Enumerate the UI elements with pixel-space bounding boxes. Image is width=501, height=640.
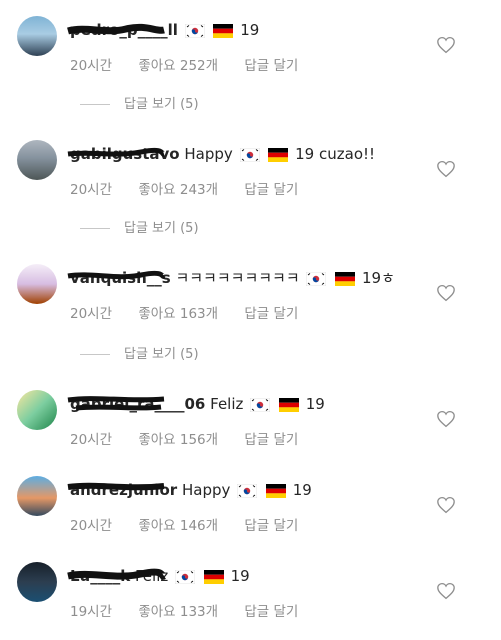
comment-meta: 20시간 좋아요 243개 답글 달기 <box>70 178 320 198</box>
avatar[interactable] <box>17 140 57 180</box>
comment-text: Happy <box>181 481 231 499</box>
comment-item: gabilgustavo Happy 19 cuzao!! 20시간 좋아요 2… <box>0 138 501 218</box>
comment-number: 19 cuzao!! <box>295 145 376 163</box>
comment-item: gabriel_ra____06 Feliz 19 20시간 좋아요 156개 … <box>0 388 501 468</box>
timestamp: 20시간 <box>70 182 113 198</box>
timestamp: 20시간 <box>70 58 113 74</box>
view-replies-button[interactable]: 답글 보기 (5) <box>80 343 280 363</box>
username[interactable]: gabilgustavo <box>67 145 180 163</box>
korea-flag-icon <box>306 272 327 286</box>
comment-meta: 19시간 좋아요 133개 답글 달기 <box>70 600 320 620</box>
likes-count[interactable]: 좋아요 133개 <box>138 604 218 620</box>
timestamp: 20시간 <box>70 518 113 534</box>
divider <box>80 354 110 355</box>
comment-number: 19 <box>305 395 325 413</box>
redaction-scribble <box>67 270 166 280</box>
redaction-scribble <box>67 568 166 580</box>
korea-flag-icon <box>239 148 260 162</box>
comment-item: vanquish__s ㅋㅋㅋㅋㅋㅋㅋㅋㅋ 19ㅎ 20시간 좋아요 163개 … <box>0 262 501 342</box>
comment-meta: 20시간 좋아요 252개 답글 달기 <box>70 54 320 74</box>
likes-count[interactable]: 좋아요 163개 <box>138 306 218 322</box>
heart-icon[interactable] <box>436 160 456 178</box>
view-replies-button[interactable]: 답글 보기 (5) <box>80 217 280 237</box>
comment-text: Happy <box>184 145 233 163</box>
username[interactable]: gabriel_ra____06 <box>67 395 205 413</box>
comment-line: Lu____k Feliz 19 <box>67 566 250 586</box>
germany-flag-icon <box>213 24 234 38</box>
comment-number: 19ㅎ <box>362 269 395 287</box>
comment-item: Lu____k Feliz 19 19시간 좋아요 133개 답글 달기 <box>0 560 501 640</box>
comment-meta: 20시간 좋아요 163개 답글 달기 <box>70 302 320 322</box>
comment-number: 19 <box>230 567 250 585</box>
reply-button[interactable]: 답글 달기 <box>244 306 298 322</box>
likes-count[interactable]: 좋아요 156개 <box>138 432 218 448</box>
likes-count[interactable]: 좋아요 146개 <box>138 518 218 534</box>
likes-count[interactable]: 좋아요 252개 <box>138 58 218 74</box>
comment-number: 19 <box>292 481 312 499</box>
comment-line: gabriel_ra____06 Feliz 19 <box>67 394 325 414</box>
username[interactable]: andrezjunior <box>67 481 177 499</box>
username[interactable]: vanquish__s <box>67 269 171 287</box>
korea-flag-icon <box>250 398 271 412</box>
korea-flag-icon <box>237 484 258 498</box>
comment-line: gabilgustavo Happy 19 cuzao!! <box>67 144 376 164</box>
comment-text: ㅋㅋㅋㅋㅋㅋㅋㅋㅋ <box>175 269 300 287</box>
germany-flag-icon <box>268 148 289 162</box>
comment-text: Feliz <box>210 395 244 413</box>
comment-meta: 20시간 좋아요 146개 답글 달기 <box>70 514 320 534</box>
comment-line: vanquish__s ㅋㅋㅋㅋㅋㅋㅋㅋㅋ 19ㅎ <box>67 268 395 288</box>
heart-icon[interactable] <box>436 496 456 514</box>
divider <box>80 104 110 105</box>
comment-number: 19 <box>240 21 260 39</box>
timestamp: 19시간 <box>70 604 113 620</box>
comment-item: pedro_p____ll 19 20시간 좋아요 252개 답글 달기 <box>0 14 501 94</box>
username[interactable]: Lu____k <box>67 567 166 585</box>
view-replies-button[interactable]: 답글 보기 (5) <box>80 93 280 113</box>
avatar[interactable] <box>17 264 57 304</box>
korea-flag-icon <box>184 24 205 38</box>
germany-flag-icon <box>265 484 286 498</box>
timestamp: 20시간 <box>70 432 113 448</box>
reply-button[interactable]: 답글 달기 <box>244 518 298 534</box>
germany-flag-icon <box>203 570 224 584</box>
heart-icon[interactable] <box>436 582 456 600</box>
avatar[interactable] <box>17 476 57 516</box>
reply-button[interactable]: 답글 달기 <box>244 58 298 74</box>
comment-item: andrezjunior Happy 19 20시간 좋아요 146개 답글 달… <box>0 474 501 554</box>
germany-flag-icon <box>335 272 356 286</box>
comment-line: andrezjunior Happy 19 <box>67 480 312 500</box>
avatar[interactable] <box>17 390 57 430</box>
reply-button[interactable]: 답글 달기 <box>244 432 298 448</box>
germany-flag-icon <box>278 398 299 412</box>
redaction-scribble <box>67 482 165 491</box>
avatar[interactable] <box>17 562 57 602</box>
redaction-scribble <box>67 23 165 35</box>
timestamp: 20시간 <box>70 306 113 322</box>
reply-button[interactable]: 답글 달기 <box>244 604 298 620</box>
heart-icon[interactable] <box>436 284 456 302</box>
heart-icon[interactable] <box>436 410 456 428</box>
redaction-scribble <box>67 147 166 157</box>
avatar[interactable] <box>17 16 57 56</box>
likes-count[interactable]: 좋아요 243개 <box>138 182 218 198</box>
divider <box>80 228 110 229</box>
username[interactable]: pedro_p____ll <box>67 21 178 39</box>
comment-meta: 20시간 좋아요 156개 답글 달기 <box>70 428 320 448</box>
reply-button[interactable]: 답글 달기 <box>244 182 298 198</box>
heart-icon[interactable] <box>436 36 456 54</box>
comment-line: pedro_p____ll 19 <box>67 20 260 40</box>
korea-flag-icon <box>175 570 196 584</box>
redaction-scribble <box>67 396 165 411</box>
